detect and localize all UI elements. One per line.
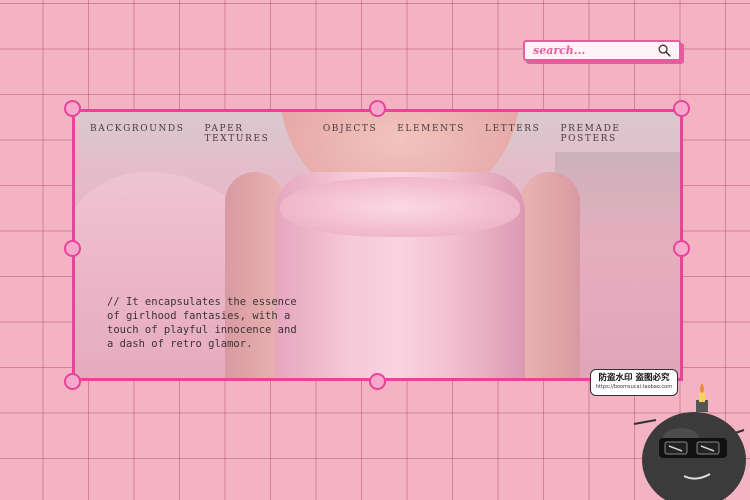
- photo-arm-right: [520, 172, 580, 378]
- resize-handle-top-left[interactable]: [64, 100, 81, 117]
- search-input[interactable]: [533, 44, 643, 57]
- resize-handle-bottom-middle[interactable]: [369, 373, 386, 390]
- watermark-badge: 防盗水印 盗图必究 https://boomsucai.taobao.com: [588, 366, 748, 500]
- resize-handle-bottom-left[interactable]: [64, 373, 81, 390]
- nav-item-letters[interactable]: LETTERS: [485, 124, 540, 134]
- photo-dress-bow: [280, 177, 520, 237]
- watermark-bubble: 防盗水印 盗图必究 https://boomsucai.taobao.com: [590, 369, 678, 396]
- nav-item-paper-textures[interactable]: PAPER TEXTURES: [205, 124, 270, 144]
- nav-list: BACKGROUNDS PAPER TEXTURES OBJECTS ELEME…: [90, 124, 670, 144]
- resize-handle-top-middle[interactable]: [369, 100, 386, 117]
- nav-item-objects[interactable]: OBJECTS: [323, 124, 377, 134]
- nav-item-backgrounds[interactable]: BACKGROUNDS: [90, 124, 185, 134]
- search-bar[interactable]: [523, 40, 681, 61]
- watermark-url: https://boomsucai.taobao.com: [595, 384, 673, 390]
- bomb-mascot-icon: [633, 383, 746, 500]
- nav-item-elements[interactable]: ELEMENTS: [397, 124, 465, 134]
- resize-handle-top-right[interactable]: [673, 100, 690, 117]
- resize-handle-middle-right[interactable]: [673, 240, 690, 257]
- hero-frame: BACKGROUNDS PAPER TEXTURES OBJECTS ELEME…: [72, 109, 683, 381]
- hero-caption: // It encapsulates the essence of girlho…: [107, 296, 297, 350]
- watermark-text: 防盗水印 盗图必究: [598, 373, 670, 383]
- nav-item-premade-posters[interactable]: PREMADE POSTERS: [560, 124, 620, 144]
- main-nav: BACKGROUNDS PAPER TEXTURES OBJECTS ELEME…: [90, 124, 670, 144]
- resize-handle-middle-left[interactable]: [64, 240, 81, 257]
- search-icon[interactable]: [658, 44, 671, 57]
